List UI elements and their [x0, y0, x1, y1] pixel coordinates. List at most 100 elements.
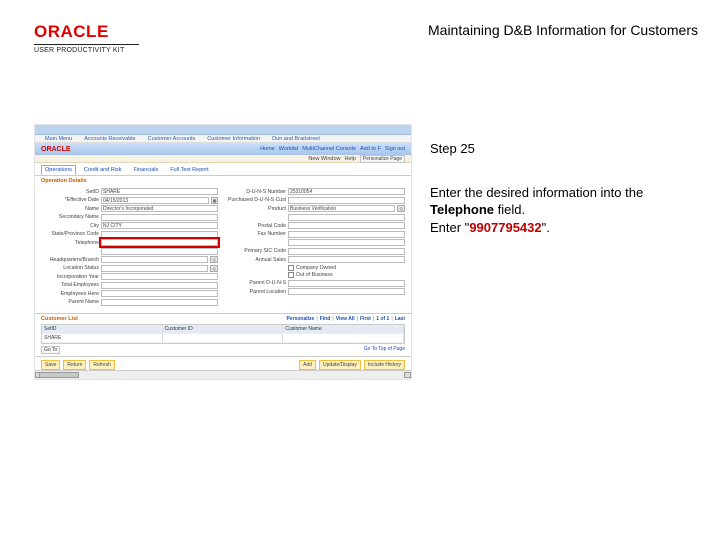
grid-top-link[interactable]: Go To Top of Page	[364, 346, 405, 354]
parent-name-input[interactable]	[101, 299, 218, 306]
breadcrumb-0[interactable]: Main Menu	[41, 135, 76, 143]
grid-col-header[interactable]: Customer ID	[163, 325, 284, 334]
employees-here-input[interactable]	[101, 290, 218, 297]
update-display-button[interactable]: Update/Display	[319, 360, 361, 370]
field-input[interactable]	[101, 248, 218, 255]
field-row: Purchased D-U-N-S Customer Information	[228, 197, 405, 204]
field-label: Employees Here	[41, 291, 99, 297]
parent-d-u-n-s-input[interactable]	[288, 280, 405, 287]
lookup-icon[interactable]: Q	[210, 265, 218, 272]
-effective-date-input[interactable]: 04/15/2013	[101, 197, 209, 204]
top-link-3[interactable]: Add to F	[360, 146, 381, 152]
field-row: ProductBusiness VerificationQ	[228, 205, 405, 212]
return-button[interactable]: Return	[63, 360, 86, 370]
grid-goto-button[interactable]: Go To	[41, 346, 60, 354]
field-row: Incorporation Year	[41, 273, 218, 280]
field-row: *Effective Date04/15/2013▦	[41, 197, 218, 204]
table-row[interactable]: SHARE	[42, 334, 404, 343]
page-title: Maintaining D&B Information for Customer…	[428, 22, 698, 38]
field-row: State/Province Code	[41, 231, 218, 238]
setid-input[interactable]: SHARE	[101, 188, 218, 195]
checkbox[interactable]	[288, 272, 294, 278]
purchased-d-u-n-s-customer-information-input[interactable]	[288, 197, 405, 204]
grid-nav-0[interactable]: Personalize	[287, 316, 315, 322]
context-link-personalize[interactable]: Personalize Page	[360, 155, 405, 163]
field-row: Telephone	[41, 239, 218, 246]
step-number: Step 25	[430, 140, 690, 158]
field-row: Parent Location	[228, 288, 405, 295]
refresh-button[interactable]: Refresh	[89, 360, 115, 370]
parent-location-input[interactable]	[288, 288, 405, 295]
field-row: Out of Business	[228, 272, 405, 278]
horizontal-scrollbar[interactable]	[35, 370, 411, 379]
city-input[interactable]: NJ CITY	[101, 222, 218, 229]
checkbox-label: Out of Business	[296, 272, 333, 278]
field-row: Parent D-U-N-S	[228, 280, 405, 287]
breadcrumb-bar: Main Menu Accounts Receivable Customer Acc…	[35, 135, 411, 143]
grid-col-header[interactable]: Customer Name	[283, 325, 404, 334]
headquarters-branch-input[interactable]	[101, 256, 208, 263]
top-link-1[interactable]: Worklist	[279, 146, 298, 152]
top-link-4[interactable]: Sign out	[385, 146, 405, 152]
tab-full-text-report[interactable]: Full Text Report	[166, 165, 212, 175]
field-label: City	[41, 223, 99, 229]
grid-cell	[283, 334, 404, 343]
state-province-code-input[interactable]	[101, 231, 218, 238]
grid-cell	[163, 334, 284, 343]
name-input[interactable]: Director's Incorporated	[101, 205, 218, 212]
save-button[interactable]: Save	[41, 360, 60, 370]
grid-nav-3[interactable]: First	[360, 316, 371, 322]
add-button[interactable]: Add	[299, 360, 316, 370]
postal-code-input[interactable]	[288, 222, 405, 229]
tab-financials[interactable]: Financials	[130, 165, 163, 175]
instructions-panel: Step 25 Enter the desired information in…	[430, 140, 690, 236]
annual-sales-input[interactable]	[288, 256, 405, 263]
total-employees-input[interactable]	[101, 282, 218, 289]
grid-cell: SHARE	[42, 334, 163, 343]
grid-col-header[interactable]: SetID	[42, 325, 163, 334]
product-input[interactable]: Business Verification	[288, 205, 395, 212]
field-row: Fax Number	[228, 231, 405, 238]
telephone-input[interactable]	[101, 239, 218, 246]
grid-nav-5[interactable]: Last	[395, 316, 405, 322]
calendar-icon[interactable]: ▦	[211, 197, 218, 204]
tab-credit-and-risk[interactable]: Credit and Risk	[80, 165, 126, 175]
fax-number-input[interactable]	[288, 231, 405, 238]
top-link-2[interactable]: MultiChannel Console	[302, 146, 356, 152]
include-history-button[interactable]: Include History	[364, 360, 405, 370]
field-label: Total Employees	[41, 282, 99, 288]
d-u-n-s-number-input[interactable]: 25310054	[288, 188, 405, 195]
location-status-input[interactable]	[101, 265, 208, 272]
field-row	[228, 214, 405, 221]
top-link-0[interactable]: Home	[260, 146, 275, 152]
grid-nav-1[interactable]: Find	[320, 316, 331, 322]
field-label: *Effective Date	[41, 197, 99, 203]
checkbox-label: Company Owned	[296, 265, 336, 271]
entered-value: 9907795432	[469, 220, 541, 235]
context-link-help[interactable]: Help	[344, 156, 355, 162]
tab-operations[interactable]: Operations	[41, 165, 76, 175]
field-input[interactable]	[288, 214, 405, 221]
scroll-thumb[interactable]	[39, 372, 79, 378]
breadcrumb-2[interactable]: Customer Accounts	[144, 135, 200, 143]
lookup-icon[interactable]: Q	[397, 205, 405, 212]
field-row: Company Owned	[228, 265, 405, 271]
field-label: Name	[41, 206, 99, 212]
page-tabs: Operations Credit and Risk FinancialsFull …	[35, 163, 411, 176]
breadcrumb-1[interactable]: Accounts Receivable	[80, 135, 139, 143]
field-input[interactable]	[288, 239, 405, 246]
incorporation-year-input[interactable]	[101, 273, 218, 280]
checkbox[interactable]	[288, 265, 294, 271]
primary-sic-code-input[interactable]	[288, 248, 405, 255]
field-label: Purchased D-U-N-S Customer Information	[228, 197, 286, 203]
grid-nav-4[interactable]: 1 of 1	[376, 316, 389, 322]
context-link-new-window[interactable]: New Window	[308, 156, 340, 162]
grid-nav-2[interactable]: View All	[336, 316, 355, 322]
lookup-icon[interactable]: Q	[210, 256, 218, 263]
instruction-line-2: Enter "9907795432".	[430, 219, 690, 237]
secondary-name-input[interactable]	[101, 214, 218, 221]
field-label: Incorporation Year	[41, 274, 99, 280]
breadcrumb-3[interactable]: Customer Information	[203, 135, 264, 143]
breadcrumb-4[interactable]: Dun and Bradstreet	[268, 135, 324, 143]
scroll-right-arrow-icon[interactable]	[404, 372, 411, 378]
